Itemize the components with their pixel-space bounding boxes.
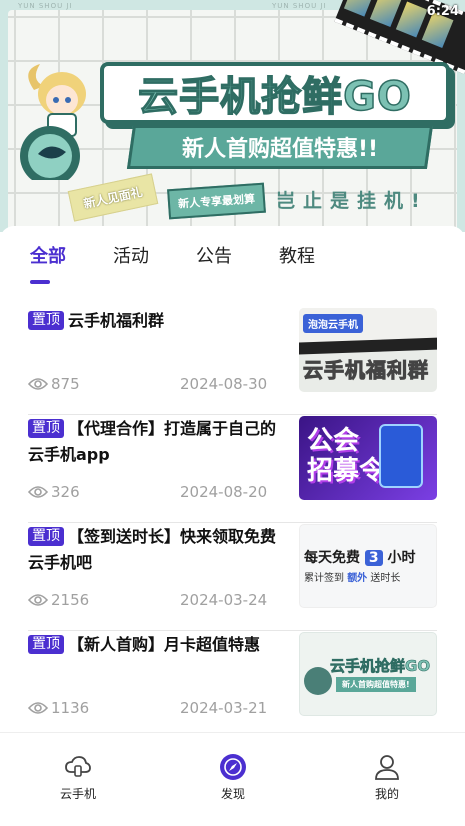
post-title: 置顶 【签到送时长】快来领取免费云手机吧	[28, 524, 290, 576]
post-title-text: 【签到送时长】快来领取免费云手机吧	[28, 527, 277, 572]
banner-slogan: 岂止是挂机!	[276, 190, 428, 212]
post-views: 1136	[28, 699, 89, 717]
banner-subtitle: 新人首购超值特惠!!	[126, 125, 434, 169]
nav-discover[interactable]: 发现	[193, 753, 273, 802]
post-title: 置顶 云手机福利群	[28, 308, 290, 334]
category-tabs: 全部 活动 公告 教程	[0, 242, 465, 290]
thumb-headline: 公会 招募令	[307, 426, 386, 486]
eye-icon	[28, 486, 48, 498]
active-tab-indicator	[30, 280, 50, 284]
pinned-badge: 置顶	[28, 419, 64, 438]
post-date: 2024-03-24	[180, 591, 268, 609]
tab-activity[interactable]: 活动	[113, 242, 149, 268]
thumb-headline: 云手机抢鲜GO	[330, 657, 431, 676]
banner-tag-right: YUN SHOU JI	[272, 2, 327, 10]
views-count: 1136	[51, 699, 90, 717]
views-count: 2156	[51, 591, 90, 609]
post-title: 置顶 【新人首购】月卡超值特惠	[28, 632, 290, 658]
thumb-brand-badge: 泡泡云手机	[303, 314, 363, 333]
banner-tag-left: YUN SHOU JI	[18, 2, 73, 10]
post-thumbnail: 公会 招募令	[299, 416, 437, 500]
eye-icon	[28, 594, 48, 606]
post-title: 置顶 【代理合作】打造属于自己的云手机app	[28, 416, 290, 468]
discover-compass-icon	[220, 754, 246, 780]
banner-title: 云手机抢鲜GO	[100, 62, 450, 124]
status-time: 6:24	[426, 4, 459, 19]
post-title-text: 【代理合作】打造属于自己的云手机app	[28, 419, 277, 464]
phone-illustration	[379, 424, 423, 488]
post-thumbnail: 云手机抢鲜GO 新人首购超值特惠!	[299, 632, 437, 716]
post-thumbnail: 每天免费 3 小时 累计签到 额外 送时长	[299, 524, 437, 608]
nav-label: 发现	[220, 787, 245, 801]
views-count: 326	[51, 483, 80, 501]
post-views: 875	[28, 375, 80, 393]
tab-announcement[interactable]: 公告	[196, 242, 232, 268]
post-views: 326	[28, 483, 80, 501]
nav-cloud-phone[interactable]: 云手机	[38, 753, 118, 802]
eye-icon	[28, 702, 48, 714]
thumb-headline: 每天免费 3 小时	[304, 550, 416, 566]
post-title-text: 【新人首购】月卡超值特惠	[68, 635, 261, 654]
mascot-illustration	[20, 64, 86, 180]
post-item[interactable]: 置顶 【签到送时长】快来领取免费云手机吧 2156 2024-03-24 每天免费…	[28, 524, 437, 631]
post-date: 2024-08-20	[180, 483, 268, 501]
banner-subtitle-text: 新人首购超值特惠!!	[181, 137, 379, 162]
post-date: 2024-03-21	[180, 699, 268, 717]
tab-tutorial[interactable]: 教程	[279, 242, 315, 268]
thumb-caption: 新人首购超值特惠!	[336, 677, 416, 692]
promo-banner[interactable]: YUN SHOU JI YUN SHOU JI 6:24 云手机抢鲜GO 新人首…	[0, 0, 465, 232]
post-views: 2156	[28, 591, 89, 609]
post-thumbnail: 泡泡云手机 云手机福利群	[299, 308, 437, 392]
nav-label: 云手机	[59, 787, 96, 801]
thumb-caption: 累计签到 额外 送时长	[304, 573, 401, 584]
content-sheet: 全部 活动 公告 教程 置顶 云手机福利群 875 2024-08-30 泡泡云手…	[0, 226, 465, 739]
cloud-phone-icon	[65, 756, 91, 777]
post-item[interactable]: 置顶 【代理合作】打造属于自己的云手机app 326 2024-08-20 公会招…	[28, 416, 437, 523]
post-date: 2024-08-30	[180, 375, 268, 393]
pinned-badge: 置顶	[28, 311, 64, 330]
post-item[interactable]: 置顶 云手机福利群 875 2024-08-30 泡泡云手机 云手机福利群	[28, 308, 437, 415]
nav-label: 我的	[374, 787, 399, 801]
tab-all[interactable]: 全部	[30, 242, 66, 268]
post-item[interactable]: 置顶 【新人首购】月卡超值特惠 1136 2024-03-21 云手机抢鲜GO 新…	[28, 632, 437, 739]
user-icon	[375, 755, 399, 780]
pinned-badge: 置顶	[28, 635, 64, 654]
thumb-mascot	[304, 667, 332, 695]
eye-icon	[28, 378, 48, 390]
views-count: 875	[51, 375, 80, 393]
nav-profile[interactable]: 我的	[347, 753, 427, 802]
thumb-headline: 云手机福利群	[303, 358, 429, 383]
bottom-navigation: 云手机 发现 我的	[0, 732, 465, 826]
pinned-badge: 置顶	[28, 527, 64, 546]
post-title-text: 云手机福利群	[68, 311, 165, 330]
